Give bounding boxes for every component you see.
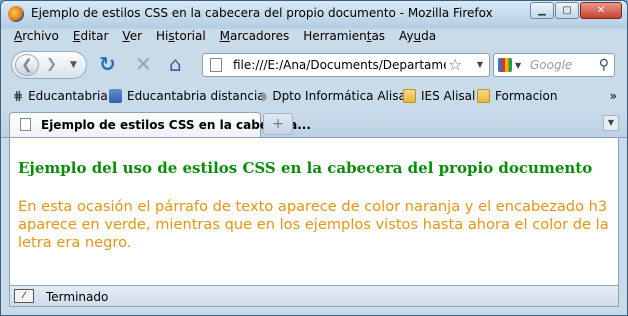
bookmark-educantabria-distancia[interactable]: Educantabria distancia: [109, 89, 265, 103]
bookmark-label: Educantabria: [28, 89, 108, 103]
bookmark-label: IES Alisal: [421, 89, 476, 103]
list-all-tabs-button[interactable]: ▼: [603, 115, 619, 131]
menu-herramientas[interactable]: Herramientas: [296, 27, 392, 47]
page-heading: Ejemplo del uso de estilos CSS en la cab…: [18, 159, 593, 177]
forward-arrow-icon: ❯: [46, 57, 57, 72]
plus-icon: +: [272, 116, 284, 132]
stop-icon: ✕: [135, 52, 152, 76]
window-controls: ▁ ▢ ✕: [530, 2, 622, 19]
menu-label: as: [371, 29, 386, 43]
page-content: Ejemplo del uso de estilos CSS en la cab…: [9, 138, 619, 285]
back-button[interactable]: ❮: [15, 54, 39, 76]
bookmark-label: Dpto Informática Alisal: [272, 89, 410, 103]
close-icon: ✕: [596, 5, 606, 16]
menu-label: Hi: [156, 29, 169, 43]
bookmark-educantabria[interactable]: ⋕ Educantabria: [13, 89, 108, 103]
page-icon: [20, 118, 31, 131]
menu-ayuda[interactable]: Ayuda: [392, 27, 443, 47]
bookmark-ies-alisal[interactable]: IES Alisal: [403, 89, 475, 103]
educantabria-icon: ⋕: [13, 89, 24, 103]
new-tab-button[interactable]: +: [263, 113, 293, 135]
menu-marcadores[interactable]: Marcadores: [213, 27, 297, 47]
address-bar[interactable]: file:///E:/Ana/Documents/Departament ☆ ▼: [202, 53, 490, 77]
window-title: Ejemplo de estilos CSS en la cabecera de…: [31, 6, 493, 20]
menu-label: arcadores: [230, 29, 290, 43]
status-text: Terminado: [46, 290, 109, 304]
menu-ver[interactable]: Ver: [115, 27, 149, 47]
url-input[interactable]: file:///E:/Ana/Documents/Departament: [233, 58, 446, 72]
bookmarks-toolbar: ⋕ Educantabria Educantabria distancia ◗ …: [1, 86, 627, 108]
page-paragraph: En esta ocasión el párrafo de texto apar…: [18, 198, 609, 251]
menu-mnemonic: A: [14, 29, 23, 43]
menu-editar[interactable]: Editar: [66, 27, 116, 47]
close-button[interactable]: ✕: [580, 2, 622, 19]
bookmark-dpto-informatica[interactable]: ◗ Dpto Informática Alisal: [261, 89, 409, 103]
history-dropdown-icon[interactable]: ▼: [70, 60, 77, 70]
firefox-icon: [8, 6, 24, 22]
home-button[interactable]: ⌂: [169, 54, 182, 74]
minimize-icon: ▁: [538, 5, 546, 16]
bookmark-icon: ◗: [261, 89, 268, 103]
back-arrow-icon: ❮: [21, 57, 33, 73]
menu-label: ditar: [80, 29, 109, 43]
menu-archivo[interactable]: Archivo: [7, 27, 66, 47]
navigation-toolbar: ❮ ❯ ▼ ↻ ✕ ⌂ file:///E:/Ana/Documents/Dep…: [1, 48, 627, 84]
reload-button[interactable]: ↻: [99, 54, 116, 74]
tab-strip: Ejemplo de estilos CSS en la cabecera...…: [1, 109, 627, 138]
menu-label: da: [421, 29, 437, 43]
tab-active[interactable]: Ejemplo de estilos CSS en la cabecera...: [9, 112, 311, 137]
menu-label: torial: [174, 29, 206, 43]
bookmarks-overflow-button[interactable]: »: [610, 89, 617, 103]
status-indicator-icon: ⁄: [14, 289, 34, 303]
page-icon: [210, 58, 222, 72]
folder-icon: [403, 89, 416, 103]
home-icon: ⌂: [169, 52, 182, 76]
menu-mnemonic: u: [413, 29, 422, 43]
browser-window: Ejemplo de estilos CSS en la cabecera de…: [0, 0, 628, 316]
back-forward-group: ❮ ❯ ▼: [11, 51, 87, 79]
menu-bar: Archivo Editar Ver Historial Marcadores …: [7, 27, 443, 47]
google-icon[interactable]: [498, 58, 512, 72]
title-bar[interactable]: Ejemplo de estilos CSS en la cabecera de…: [1, 1, 627, 27]
menu-mnemonic: M: [219, 29, 231, 43]
bookmark-label: Formacion: [495, 89, 558, 103]
status-bar: ⁄ Terminado: [9, 285, 619, 307]
bookmark-star-icon[interactable]: ☆: [448, 55, 462, 74]
minimize-button[interactable]: ▁: [530, 2, 554, 19]
bookmark-formacion[interactable]: Formacion: [477, 89, 557, 103]
menu-label: Ay: [399, 29, 414, 43]
maximize-button[interactable]: ▢: [555, 2, 579, 19]
menu-historial[interactable]: Historial: [149, 27, 213, 47]
bookmark-label: Educantabria distancia: [127, 89, 265, 103]
reload-icon: ↻: [99, 52, 116, 76]
forward-button[interactable]: ❯: [46, 57, 57, 72]
maximize-icon: ▢: [562, 5, 572, 16]
search-engine-dropdown-icon[interactable]: ▼: [515, 61, 521, 70]
menu-label: rchivo: [22, 29, 59, 43]
menu-label: Herramien: [303, 29, 367, 43]
search-box[interactable]: ▼ Google ⚲: [493, 53, 615, 77]
stop-button[interactable]: ✕: [135, 54, 152, 74]
search-input[interactable]: Google: [530, 58, 572, 72]
page-icon: [109, 89, 122, 103]
menu-label: er: [129, 29, 143, 43]
menu-mnemonic: V: [122, 29, 130, 43]
chevron-down-icon: ▼: [607, 118, 615, 127]
url-dropdown-icon[interactable]: ▼: [477, 60, 483, 69]
search-icon[interactable]: ⚲: [599, 57, 609, 73]
folder-icon: [477, 89, 490, 103]
